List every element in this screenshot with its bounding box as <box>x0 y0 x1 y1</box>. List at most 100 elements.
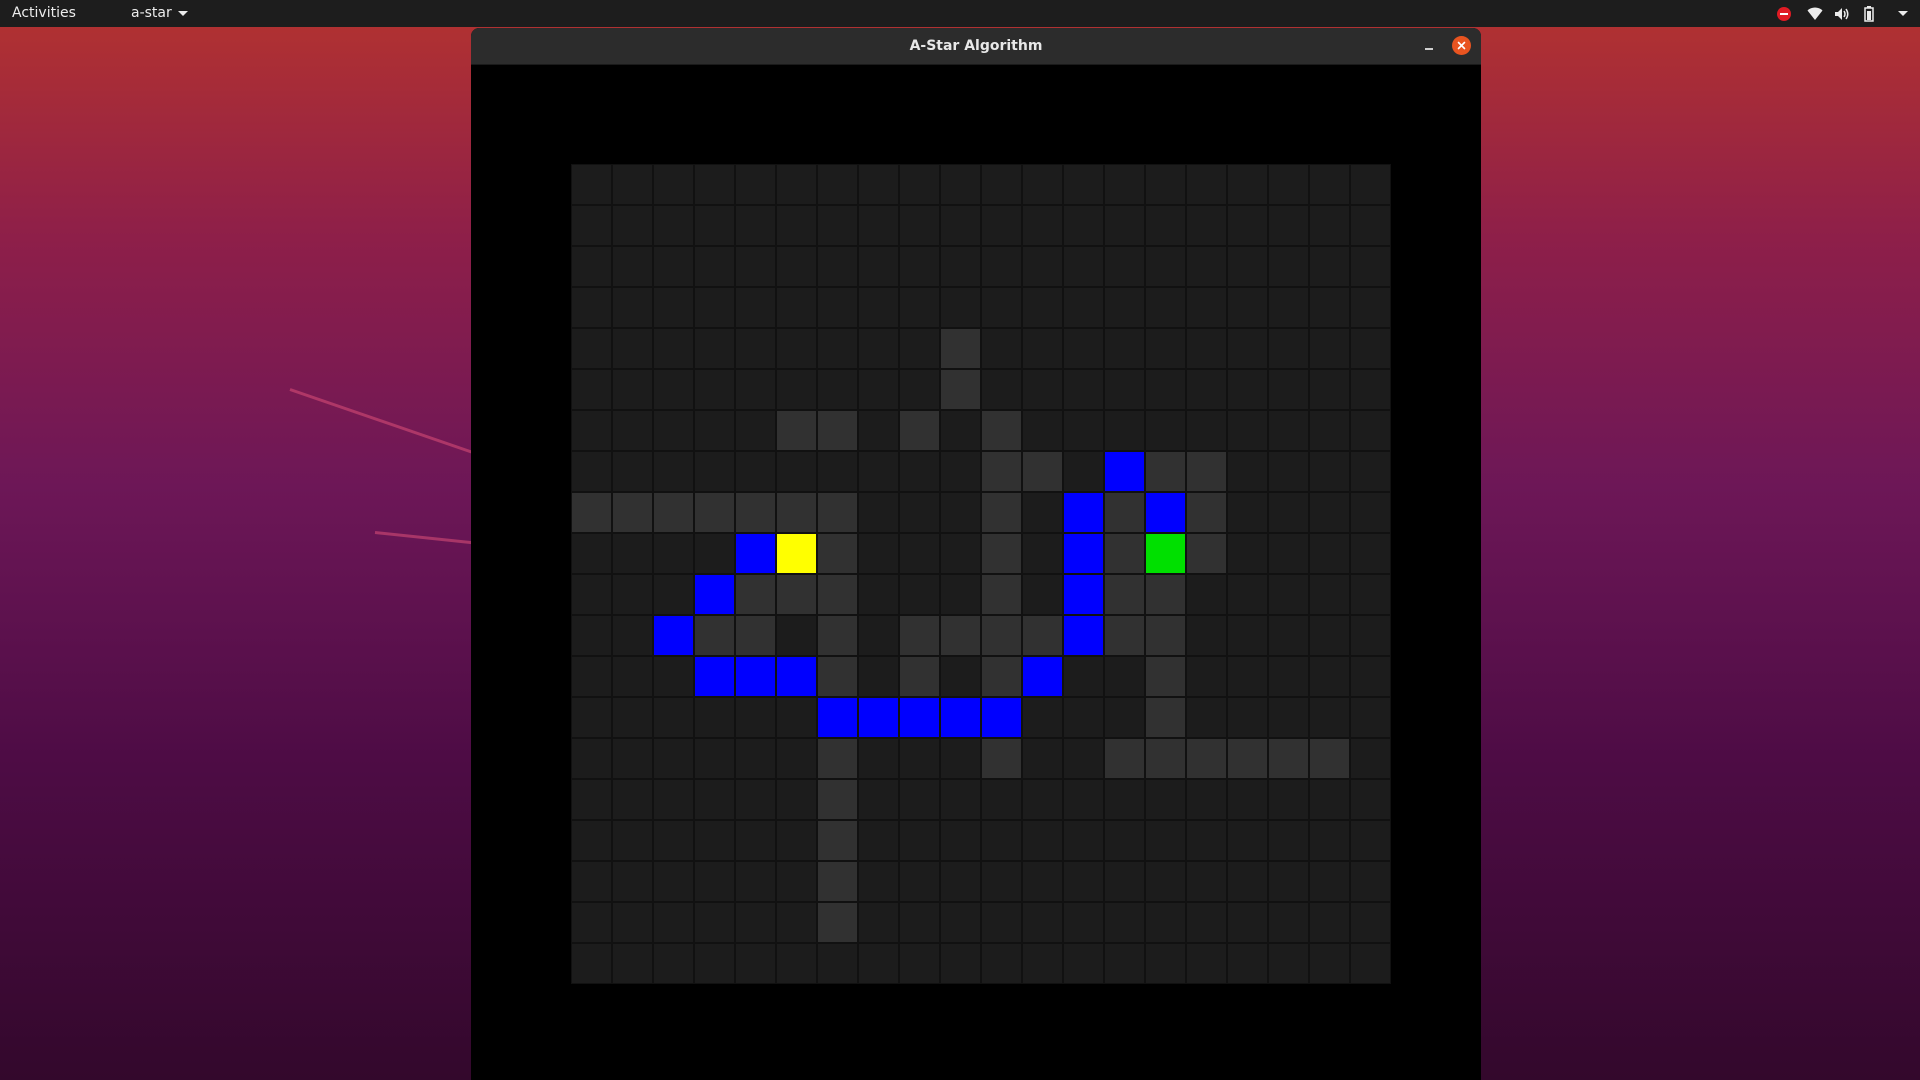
grid-cell-empty[interactable] <box>1186 902 1227 943</box>
grid-cell-empty[interactable] <box>571 861 612 902</box>
grid-cell-empty[interactable] <box>1186 574 1227 615</box>
grid-cell-empty[interactable] <box>1022 369 1063 410</box>
grid-cell-empty[interactable] <box>1350 779 1391 820</box>
grid-cell-barrier[interactable] <box>735 615 776 656</box>
grid-cell-empty[interactable] <box>1186 205 1227 246</box>
grid-cell-barrier[interactable] <box>981 410 1022 451</box>
grid-cell-empty[interactable] <box>1022 328 1063 369</box>
grid-cell-empty[interactable] <box>612 615 653 656</box>
grid-cell-empty[interactable] <box>735 779 776 820</box>
grid-cell-empty[interactable] <box>653 410 694 451</box>
grid-cell-empty[interactable] <box>571 533 612 574</box>
grid-cell-path[interactable] <box>1063 615 1104 656</box>
grid-cell-empty[interactable] <box>1350 738 1391 779</box>
grid-cell-barrier[interactable] <box>571 492 612 533</box>
grid-cell-empty[interactable] <box>1145 779 1186 820</box>
grid-cell-empty[interactable] <box>1186 656 1227 697</box>
grid-cell-empty[interactable] <box>735 451 776 492</box>
grid-cell-barrier[interactable] <box>1104 615 1145 656</box>
grid-cell-empty[interactable] <box>1227 287 1268 328</box>
grid-cell-empty[interactable] <box>612 656 653 697</box>
grid-cell-empty[interactable] <box>735 820 776 861</box>
grid-cell-empty[interactable] <box>899 369 940 410</box>
grid-cell-empty[interactable] <box>1104 164 1145 205</box>
grid-cell-empty[interactable] <box>1022 861 1063 902</box>
grid-cell-empty[interactable] <box>858 738 899 779</box>
grid-cell-empty[interactable] <box>817 369 858 410</box>
grid-cell-empty[interactable] <box>1227 410 1268 451</box>
grid-cell-empty[interactable] <box>1063 943 1104 984</box>
grid-cell-empty[interactable] <box>612 902 653 943</box>
grid-cell-empty[interactable] <box>1268 574 1309 615</box>
grid-cell-empty[interactable] <box>1268 820 1309 861</box>
grid-cell-empty[interactable] <box>612 738 653 779</box>
grid-cell-empty[interactable] <box>694 410 735 451</box>
grid-cell-empty[interactable] <box>899 943 940 984</box>
grid-cell-empty[interactable] <box>1309 246 1350 287</box>
grid-cell-barrier[interactable] <box>817 861 858 902</box>
grid-cell-empty[interactable] <box>1268 164 1309 205</box>
grid-cell-empty[interactable] <box>612 410 653 451</box>
grid-cell-empty[interactable] <box>1145 287 1186 328</box>
grid-cell-path[interactable] <box>694 574 735 615</box>
grid-cell-empty[interactable] <box>1350 820 1391 861</box>
grid-cell-path[interactable] <box>1104 451 1145 492</box>
grid-cell-barrier[interactable] <box>899 656 940 697</box>
grid-cell-empty[interactable] <box>653 697 694 738</box>
grid-cell-empty[interactable] <box>1145 164 1186 205</box>
grid-cell-empty[interactable] <box>735 287 776 328</box>
grid-cell-empty[interactable] <box>1350 615 1391 656</box>
grid-cell-empty[interactable] <box>776 615 817 656</box>
grid-cell-empty[interactable] <box>940 287 981 328</box>
grid-cell-empty[interactable] <box>735 738 776 779</box>
grid-cell-empty[interactable] <box>981 902 1022 943</box>
grid-cell-empty[interactable] <box>735 410 776 451</box>
grid-cell-empty[interactable] <box>1063 369 1104 410</box>
grid-cell-empty[interactable] <box>694 287 735 328</box>
grid-cell-start[interactable] <box>776 533 817 574</box>
grid-cell-empty[interactable] <box>1268 656 1309 697</box>
grid-cell-empty[interactable] <box>940 492 981 533</box>
grid-cell-empty[interactable] <box>1145 861 1186 902</box>
grid-cell-empty[interactable] <box>1063 902 1104 943</box>
grid-cell-empty[interactable] <box>981 164 1022 205</box>
grid-cell-empty[interactable] <box>1022 533 1063 574</box>
grid-cell-empty[interactable] <box>735 205 776 246</box>
grid-cell-barrier[interactable] <box>1268 738 1309 779</box>
grid-cell-empty[interactable] <box>1309 410 1350 451</box>
grid-cell-empty[interactable] <box>899 492 940 533</box>
grid-cell-empty[interactable] <box>1186 820 1227 861</box>
grid-cell-barrier[interactable] <box>940 328 981 369</box>
grid-cell-empty[interactable] <box>1350 656 1391 697</box>
grid-cell-empty[interactable] <box>899 246 940 287</box>
grid-cell-barrier[interactable] <box>981 574 1022 615</box>
grid-cell-empty[interactable] <box>776 902 817 943</box>
grid-cell-empty[interactable] <box>1022 697 1063 738</box>
grid-cell-empty[interactable] <box>1063 697 1104 738</box>
grid-cell-empty[interactable] <box>858 287 899 328</box>
grid-cell-empty[interactable] <box>1227 574 1268 615</box>
grid-cell-empty[interactable] <box>694 861 735 902</box>
grid-cell-empty[interactable] <box>1309 820 1350 861</box>
grid-cell-empty[interactable] <box>1309 615 1350 656</box>
close-button[interactable] <box>1452 36 1471 55</box>
grid-cell-empty[interactable] <box>858 861 899 902</box>
grid-cell-empty[interactable] <box>571 246 612 287</box>
grid-cell-empty[interactable] <box>899 779 940 820</box>
grid-cell-empty[interactable] <box>858 205 899 246</box>
grid-cell-empty[interactable] <box>899 861 940 902</box>
grid-cell-empty[interactable] <box>817 328 858 369</box>
grid-cell-empty[interactable] <box>940 779 981 820</box>
grid-cell-barrier[interactable] <box>817 492 858 533</box>
grid-cell-empty[interactable] <box>653 164 694 205</box>
grid-cell-empty[interactable] <box>653 943 694 984</box>
grid-cell-empty[interactable] <box>735 164 776 205</box>
grid-cell-empty[interactable] <box>776 943 817 984</box>
grid-cell-empty[interactable] <box>653 205 694 246</box>
grid-cell-barrier[interactable] <box>612 492 653 533</box>
grid-cell-empty[interactable] <box>899 738 940 779</box>
grid-cell-empty[interactable] <box>858 328 899 369</box>
grid-cell-empty[interactable] <box>776 164 817 205</box>
grid-cell-empty[interactable] <box>653 861 694 902</box>
grid-cell-empty[interactable] <box>694 328 735 369</box>
